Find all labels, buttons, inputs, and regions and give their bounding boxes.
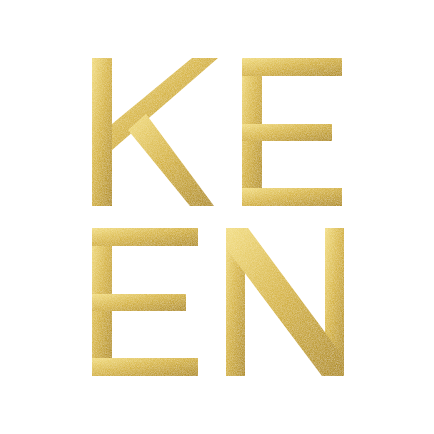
keen-gold-glitter-lettering — [92, 58, 344, 376]
letter-k — [92, 58, 218, 206]
letter-e-bottom — [92, 228, 198, 376]
letter-n — [226, 228, 344, 376]
letter-e-top — [242, 58, 342, 206]
keen-logo — [0, 0, 434, 434]
